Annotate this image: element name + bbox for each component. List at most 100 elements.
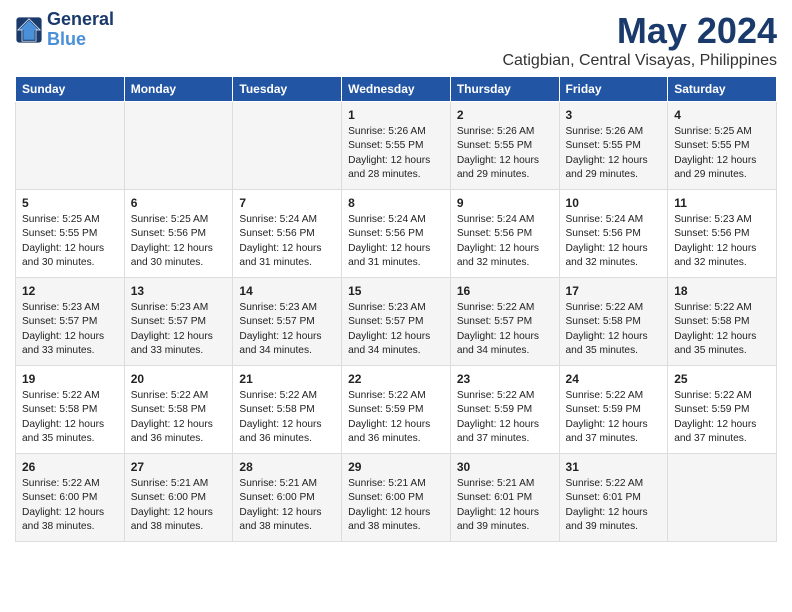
calendar-cell: 4Sunrise: 5:25 AM Sunset: 5:55 PM Daylig… <box>668 102 777 190</box>
cell-info: Sunrise: 5:23 AM Sunset: 5:57 PM Dayligh… <box>131 301 227 358</box>
calendar-cell: 14Sunrise: 5:23 AM Sunset: 5:57 PM Dayli… <box>233 278 342 366</box>
day-number: 24 <box>566 372 662 386</box>
calendar-cell: 18 Sunrise: 5:22 AM Sunset: 5:58 PM Dayli… <box>668 278 777 366</box>
title-block: May 2024 Catigbian, Central Visayas, Phi… <box>502 10 777 70</box>
weekday-header-friday: Friday <box>559 77 668 102</box>
cell-info: Sunrise: 5:23 AM Sunset: 5:57 PM Dayligh… <box>348 301 444 358</box>
cell-info: Sunrise: 5:26 AM Sunset: 5:55 PM Dayligh… <box>457 125 553 182</box>
day-number: 13 <box>131 284 227 298</box>
cell-info: Sunrise: 5:25 AM Sunset: 5:56 PM Dayligh… <box>131 213 227 270</box>
day-number: 11 <box>674 196 770 210</box>
day-number: 2 <box>457 108 553 122</box>
cell-info: Sunrise: 5:22 AM Sunset: 5:59 PM Dayligh… <box>348 389 444 446</box>
calendar-cell: 31 Sunrise: 5:22 AM Sunset: 6:01 PM Dayli… <box>559 454 668 542</box>
location-title: Catigbian, Central Visayas, Philippines <box>502 52 777 70</box>
cell-info: Sunrise: 5:22 AM Sunset: 5:58 PM Dayligh… <box>674 301 770 358</box>
day-number: 22 <box>348 372 444 386</box>
day-number: 31 <box>566 460 662 474</box>
day-number: 18 <box>674 284 770 298</box>
calendar-cell: 22 Sunrise: 5:22 AM Sunset: 5:59 PM Dayli… <box>342 366 451 454</box>
cell-info: Sunrise: 5:22 AM Sunset: 5:58 PM Dayligh… <box>239 389 335 446</box>
calendar-body: 1 Sunrise: 5:26 AM Sunset: 5:55 PM Daylig… <box>16 102 777 542</box>
day-number: 7 <box>239 196 335 210</box>
day-number: 3 <box>566 108 662 122</box>
calendar-cell: 16Sunrise: 5:22 AM Sunset: 5:57 PM Dayli… <box>450 278 559 366</box>
calendar-cell: 15 Sunrise: 5:23 AM Sunset: 5:57 PM Dayli… <box>342 278 451 366</box>
calendar-cell: 7 Sunrise: 5:24 AM Sunset: 5:56 PM Daylig… <box>233 190 342 278</box>
day-number: 5 <box>22 196 118 210</box>
calendar-cell: 28 Sunrise: 5:21 AM Sunset: 6:00 PM Dayli… <box>233 454 342 542</box>
calendar-cell: 5Sunrise: 5:25 AM Sunset: 5:55 PM Daylig… <box>16 190 125 278</box>
cell-info: Sunrise: 5:26 AM Sunset: 5:55 PM Dayligh… <box>566 125 662 182</box>
weekday-header-sunday: Sunday <box>16 77 125 102</box>
day-number: 20 <box>131 372 227 386</box>
calendar-header: SundayMondayTuesdayWednesdayThursdayFrid… <box>16 77 777 102</box>
calendar-week-2: 5Sunrise: 5:25 AM Sunset: 5:55 PM Daylig… <box>16 190 777 278</box>
calendar-table: SundayMondayTuesdayWednesdayThursdayFrid… <box>15 76 777 542</box>
day-number: 29 <box>348 460 444 474</box>
cell-info: Sunrise: 5:22 AM Sunset: 5:58 PM Dayligh… <box>131 389 227 446</box>
cell-info: Sunrise: 5:24 AM Sunset: 5:56 PM Dayligh… <box>239 213 335 270</box>
calendar-cell: 17 Sunrise: 5:22 AM Sunset: 5:58 PM Dayli… <box>559 278 668 366</box>
day-number: 16 <box>457 284 553 298</box>
calendar-cell: 12 Sunrise: 5:23 AM Sunset: 5:57 PM Dayli… <box>16 278 125 366</box>
cell-info: Sunrise: 5:23 AM Sunset: 5:57 PM Dayligh… <box>239 301 335 358</box>
calendar-cell: 25Sunrise: 5:22 AM Sunset: 5:59 PM Dayli… <box>668 366 777 454</box>
calendar-cell: 30Sunrise: 5:21 AM Sunset: 6:01 PM Dayli… <box>450 454 559 542</box>
month-title: May 2024 <box>502 10 777 52</box>
calendar-cell: 13 Sunrise: 5:23 AM Sunset: 5:57 PM Dayli… <box>124 278 233 366</box>
calendar-cell: 20 Sunrise: 5:22 AM Sunset: 5:58 PM Dayli… <box>124 366 233 454</box>
calendar-cell <box>233 102 342 190</box>
cell-info: Sunrise: 5:22 AM Sunset: 6:00 PM Dayligh… <box>22 477 118 534</box>
day-number: 9 <box>457 196 553 210</box>
day-number: 19 <box>22 372 118 386</box>
cell-info: Sunrise: 5:21 AM Sunset: 6:00 PM Dayligh… <box>239 477 335 534</box>
day-number: 27 <box>131 460 227 474</box>
weekday-header-tuesday: Tuesday <box>233 77 342 102</box>
logo-text: General Blue <box>47 10 114 50</box>
calendar-cell: 29 Sunrise: 5:21 AM Sunset: 6:00 PM Dayli… <box>342 454 451 542</box>
calendar-week-1: 1 Sunrise: 5:26 AM Sunset: 5:55 PM Daylig… <box>16 102 777 190</box>
cell-info: Sunrise: 5:22 AM Sunset: 6:01 PM Dayligh… <box>566 477 662 534</box>
cell-info: Sunrise: 5:24 AM Sunset: 5:56 PM Dayligh… <box>348 213 444 270</box>
calendar-cell: 2 Sunrise: 5:26 AM Sunset: 5:55 PM Daylig… <box>450 102 559 190</box>
calendar-cell <box>16 102 125 190</box>
cell-info: Sunrise: 5:24 AM Sunset: 5:56 PM Dayligh… <box>566 213 662 270</box>
cell-info: Sunrise: 5:24 AM Sunset: 5:56 PM Dayligh… <box>457 213 553 270</box>
calendar-cell: 21Sunrise: 5:22 AM Sunset: 5:58 PM Dayli… <box>233 366 342 454</box>
cell-info: Sunrise: 5:22 AM Sunset: 5:59 PM Dayligh… <box>674 389 770 446</box>
calendar-cell: 23Sunrise: 5:22 AM Sunset: 5:59 PM Dayli… <box>450 366 559 454</box>
day-number: 30 <box>457 460 553 474</box>
weekday-header-wednesday: Wednesday <box>342 77 451 102</box>
day-number: 28 <box>239 460 335 474</box>
calendar-week-3: 12 Sunrise: 5:23 AM Sunset: 5:57 PM Dayli… <box>16 278 777 366</box>
calendar-cell <box>124 102 233 190</box>
cell-info: Sunrise: 5:25 AM Sunset: 5:55 PM Dayligh… <box>674 125 770 182</box>
cell-info: Sunrise: 5:21 AM Sunset: 6:00 PM Dayligh… <box>131 477 227 534</box>
weekday-header-row: SundayMondayTuesdayWednesdayThursdayFrid… <box>16 77 777 102</box>
calendar-week-5: 26Sunrise: 5:22 AM Sunset: 6:00 PM Dayli… <box>16 454 777 542</box>
cell-info: Sunrise: 5:21 AM Sunset: 6:00 PM Dayligh… <box>348 477 444 534</box>
calendar-cell: 10Sunrise: 5:24 AM Sunset: 5:56 PM Dayli… <box>559 190 668 278</box>
cell-info: Sunrise: 5:22 AM Sunset: 5:58 PM Dayligh… <box>566 301 662 358</box>
calendar-cell: 11Sunrise: 5:23 AM Sunset: 5:56 PM Dayli… <box>668 190 777 278</box>
day-number: 1 <box>348 108 444 122</box>
day-number: 15 <box>348 284 444 298</box>
cell-info: Sunrise: 5:26 AM Sunset: 5:55 PM Dayligh… <box>348 125 444 182</box>
cell-info: Sunrise: 5:22 AM Sunset: 5:58 PM Dayligh… <box>22 389 118 446</box>
logo: General Blue <box>15 10 114 50</box>
cell-info: Sunrise: 5:23 AM Sunset: 5:57 PM Dayligh… <box>22 301 118 358</box>
day-number: 12 <box>22 284 118 298</box>
day-number: 17 <box>566 284 662 298</box>
calendar-cell: 1 Sunrise: 5:26 AM Sunset: 5:55 PM Daylig… <box>342 102 451 190</box>
calendar-cell: 8 Sunrise: 5:24 AM Sunset: 5:56 PM Daylig… <box>342 190 451 278</box>
page-header: General Blue May 2024 Catigbian, Central… <box>15 10 777 70</box>
day-number: 8 <box>348 196 444 210</box>
calendar-cell: 27 Sunrise: 5:21 AM Sunset: 6:00 PM Dayli… <box>124 454 233 542</box>
calendar-cell: 24Sunrise: 5:22 AM Sunset: 5:59 PM Dayli… <box>559 366 668 454</box>
logo-icon <box>15 16 43 44</box>
day-number: 6 <box>131 196 227 210</box>
calendar-cell: 19 Sunrise: 5:22 AM Sunset: 5:58 PM Dayli… <box>16 366 125 454</box>
day-number: 23 <box>457 372 553 386</box>
weekday-header-saturday: Saturday <box>668 77 777 102</box>
